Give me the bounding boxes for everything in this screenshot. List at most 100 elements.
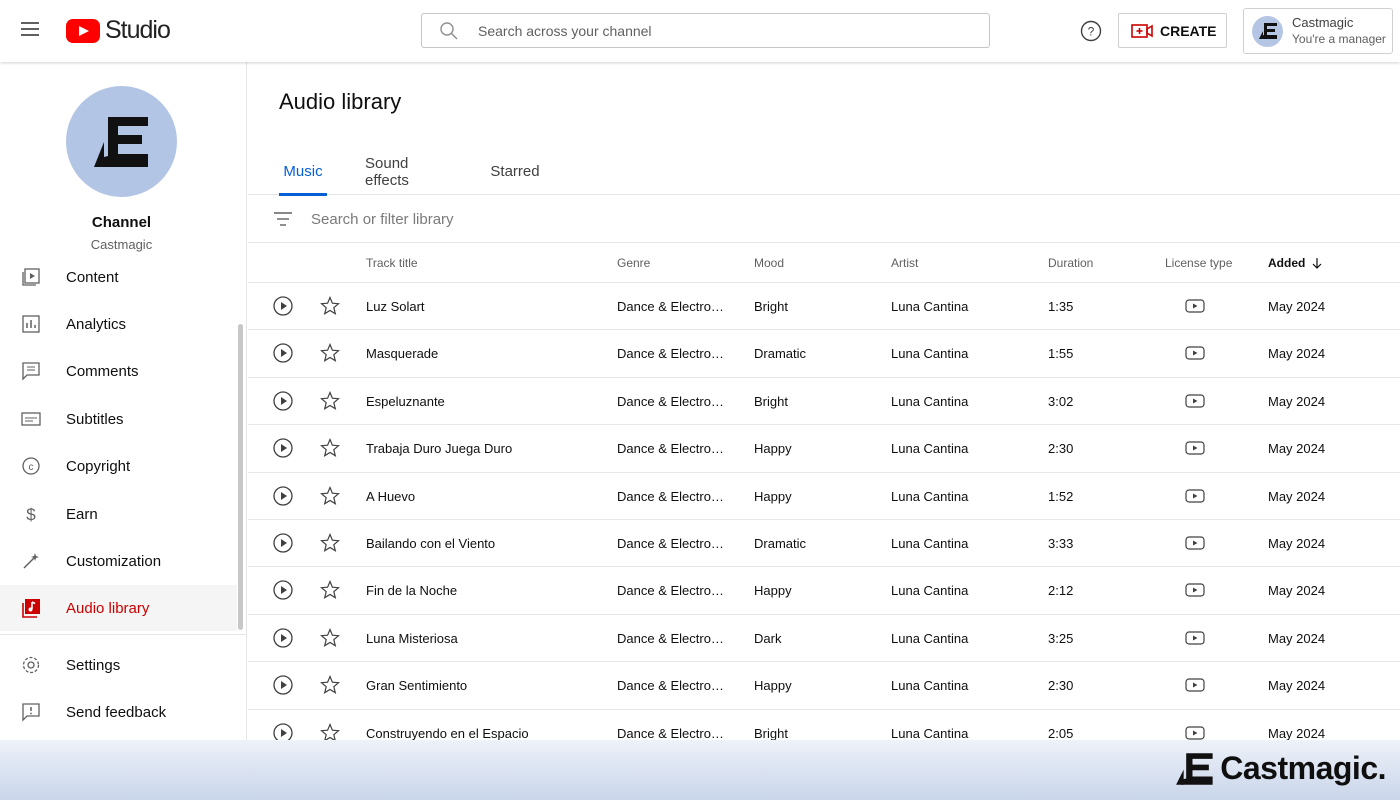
star-icon[interactable] xyxy=(320,438,340,463)
track-genre: Dance & Electro… xyxy=(617,725,724,741)
track-artist: Luna Cantina xyxy=(891,678,969,694)
play-icon[interactable] xyxy=(273,485,293,511)
sidebar-item-label: Earn xyxy=(66,505,98,523)
sidebar-item-copyright[interactable]: c Copyright xyxy=(0,443,237,489)
castmagic-logo-icon xyxy=(1176,752,1213,785)
tab-sound-effects[interactable]: Sound effects xyxy=(365,152,453,195)
tab-starred[interactable]: Starred xyxy=(490,152,539,195)
youtube-license-icon[interactable] xyxy=(1185,631,1205,650)
channel-search-box[interactable] xyxy=(421,13,990,48)
sidebar-item-label: Analytics xyxy=(66,315,127,333)
track-artist: Luna Cantina xyxy=(891,630,969,646)
sidebar-item-earn[interactable]: $ Earn xyxy=(0,491,237,537)
play-icon[interactable] xyxy=(273,533,293,558)
table-row[interactable]: Trabaja Duro Juega Duro Dance & Electro… H… xyxy=(248,425,1400,473)
track-duration: 3:02 xyxy=(1048,393,1074,409)
youtube-license-icon[interactable] xyxy=(1185,678,1205,697)
table-row[interactable]: Espeluznante Dance & Electro… Bright Luna C… xyxy=(248,378,1400,426)
table-row[interactable]: Luz Solart Dance & Electro… Bright Luna Can… xyxy=(248,283,1400,331)
account-switcher[interactable]: Castmagic You're a manager xyxy=(1243,8,1393,54)
star-icon[interactable] xyxy=(320,580,340,605)
column-duration[interactable]: Duration xyxy=(1048,256,1093,270)
channel-avatar[interactable] xyxy=(66,86,177,197)
track-title: Masquerade xyxy=(366,346,439,362)
star-icon[interactable] xyxy=(320,485,340,511)
track-mood: Bright xyxy=(754,299,788,314)
sidebar-item-label: Audio library xyxy=(66,599,150,617)
star-icon[interactable] xyxy=(320,390,340,416)
hamburger-menu-icon[interactable] xyxy=(18,19,42,43)
sidebar-item-label: Send feedback xyxy=(66,703,167,721)
track-artist: Luna Cantina xyxy=(891,583,969,599)
sidebar-item-analytics[interactable]: Analytics xyxy=(0,301,237,347)
sidebar-scrollbar[interactable] xyxy=(238,324,243,630)
star-icon[interactable] xyxy=(320,675,340,700)
tab-music[interactable]: Music xyxy=(279,152,327,196)
table-row[interactable]: Luna Misteriosa Dance & Electro… Dark Luna … xyxy=(248,615,1400,663)
play-icon[interactable] xyxy=(273,675,293,700)
column-added[interactable]: Added xyxy=(1268,256,1323,270)
column-artist[interactable]: Artist xyxy=(891,256,918,270)
library-tabs: Music Sound effects Starred xyxy=(248,152,1400,196)
star-icon[interactable] xyxy=(320,532,340,558)
youtube-license-icon[interactable] xyxy=(1185,346,1205,365)
youtube-license-icon[interactable] xyxy=(1185,299,1205,318)
table-row[interactable]: Bailando con el Viento Dance & Electro… Dr… xyxy=(248,520,1400,568)
analytics-icon xyxy=(21,314,41,334)
sort-arrow-down-icon xyxy=(1312,258,1322,269)
column-genre[interactable]: Genre xyxy=(617,256,650,270)
logo-text: Studio xyxy=(105,16,171,44)
play-icon[interactable] xyxy=(273,343,293,368)
track-duration: 2:30 xyxy=(1048,678,1074,694)
channel-search-input[interactable] xyxy=(478,22,958,39)
track-artist: Luna Cantina xyxy=(891,393,969,409)
play-icon[interactable] xyxy=(273,580,293,605)
sidebar-item-send-feedback[interactable]: Send feedback xyxy=(0,689,237,735)
sidebar-item-audio-library[interactable]: Audio library xyxy=(0,585,237,631)
create-button[interactable]: CREATE xyxy=(1118,13,1227,48)
filter-icon[interactable] xyxy=(274,212,292,226)
comments-icon xyxy=(21,361,41,381)
castmagic-brand: Castmagic. xyxy=(1176,750,1386,787)
youtube-license-icon[interactable] xyxy=(1185,441,1205,460)
track-duration: 3:33 xyxy=(1048,535,1074,551)
track-duration: 1:35 xyxy=(1048,299,1074,314)
youtube-license-icon[interactable] xyxy=(1185,394,1205,413)
table-header: Track title Genre Mood Artist Duration L… xyxy=(248,243,1400,283)
help-icon[interactable]: ? xyxy=(1079,19,1103,48)
sidebar-item-settings[interactable]: Settings xyxy=(0,642,237,688)
filter-input[interactable] xyxy=(311,210,1011,228)
account-name: Castmagic xyxy=(1292,15,1354,30)
track-list: Luz Solart Dance & Electro… Bright Luna Can… xyxy=(248,283,1400,757)
table-row[interactable]: Fin de la Noche Dance & Electro… Happy Luna… xyxy=(248,567,1400,615)
sidebar-item-customization[interactable]: Customization xyxy=(0,538,237,584)
table-row[interactable]: Masquerade Dance & Electro… Dramatic Luna C… xyxy=(248,330,1400,378)
search-icon xyxy=(440,21,458,39)
column-mood[interactable]: Mood xyxy=(754,256,784,270)
sidebar-item-comments[interactable]: Comments xyxy=(0,348,237,394)
youtube-license-icon[interactable] xyxy=(1185,583,1205,602)
play-icon[interactable] xyxy=(273,391,293,416)
column-track-title[interactable]: Track title xyxy=(366,256,418,270)
magic-wand-icon xyxy=(21,551,41,571)
track-added: May 2024 xyxy=(1268,393,1326,409)
play-icon[interactable] xyxy=(273,296,293,321)
track-artist: Luna Cantina xyxy=(891,725,969,741)
play-icon[interactable] xyxy=(273,438,293,463)
studio-logo[interactable]: Studio xyxy=(66,16,171,45)
star-icon[interactable] xyxy=(320,343,340,368)
sidebar-item-content[interactable]: Content xyxy=(0,254,237,300)
track-added: May 2024 xyxy=(1268,535,1326,551)
star-icon[interactable] xyxy=(320,627,340,653)
table-row[interactable]: A Huevo Dance & Electro… Happy Luna Cantina… xyxy=(248,473,1400,520)
youtube-license-icon[interactable] xyxy=(1185,488,1205,508)
track-genre: Dance & Electro… xyxy=(617,393,724,409)
star-icon[interactable] xyxy=(320,295,340,321)
sidebar-item-subtitles[interactable]: Subtitles xyxy=(0,396,237,442)
youtube-license-icon[interactable] xyxy=(1185,536,1205,555)
table-row[interactable]: Gran Sentimiento Dance & Electro… Happy Lun… xyxy=(248,662,1400,710)
play-icon[interactable] xyxy=(273,628,293,653)
track-added: May 2024 xyxy=(1268,346,1326,362)
column-license-type[interactable]: License type xyxy=(1165,256,1232,270)
track-mood: Bright xyxy=(754,725,788,741)
